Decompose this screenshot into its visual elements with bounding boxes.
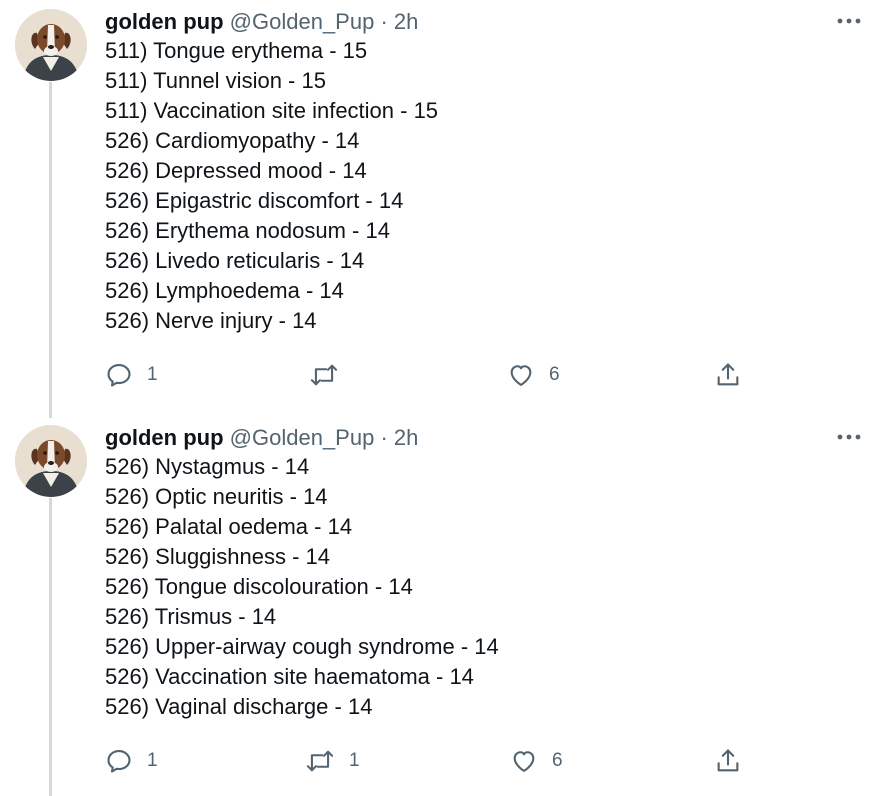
separator-dot: · — [380, 9, 388, 34]
tweet-line: 526) Cardiomyopathy - 14 — [105, 128, 360, 153]
more-horizontal-icon — [837, 434, 861, 440]
reply-count: 1 — [147, 364, 158, 385]
tweet-line: 526) Nerve injury - 14 — [105, 308, 317, 333]
tweet-line: 526) Nystagmus - 14 — [105, 454, 310, 479]
tweet-line: 526) Vaginal discharge - 14 — [105, 694, 373, 719]
share-icon — [717, 363, 739, 386]
tweet-line: 526) Vaccination site haematoma - 14 — [105, 664, 474, 689]
retweet-button[interactable] — [309, 357, 353, 393]
reply-button[interactable]: 1 — [105, 743, 158, 779]
tweet-line: 511) Vaccination site infection - 15 — [105, 98, 439, 123]
tweet-line: 526) Lymphoedema - 14 — [105, 278, 344, 303]
more-options-button[interactable] — [836, 8, 862, 34]
like-count: 6 — [552, 750, 563, 771]
reply-icon — [107, 364, 131, 387]
avatar[interactable] — [15, 9, 87, 81]
author-name[interactable]: golden pup — [105, 9, 224, 34]
tweet-line: 526) Sluggishness - 14 — [105, 544, 331, 569]
tweet-header: golden pup @Golden_Pup · 2h — [105, 424, 418, 452]
tweet-line: 526) Upper-airway cough syndrome - 14 — [105, 634, 499, 659]
heart-icon — [513, 751, 535, 772]
like-button[interactable]: 6 — [510, 743, 563, 779]
tweet-line: 526) Livedo reticularis - 14 — [105, 248, 365, 273]
tweet-line: 511) Tunnel vision - 15 — [105, 68, 326, 93]
tweet-header: golden pup @Golden_Pup · 2h — [105, 8, 418, 36]
tweet-line: 526) Trismus - 14 — [105, 604, 277, 629]
separator-dot: · — [380, 425, 388, 450]
tweet-actions: 1 1 6 — [0, 743, 888, 779]
more-options-button[interactable] — [836, 424, 862, 450]
reply-icon — [107, 750, 131, 773]
reply-button[interactable]: 1 — [105, 357, 158, 393]
like-button[interactable]: 6 — [507, 357, 560, 393]
more-horizontal-icon — [837, 18, 861, 24]
tweet[interactable]: golden pup @Golden_Pup · 2h 511) Tongue … — [0, 0, 888, 410]
timestamp[interactable]: 2h — [394, 9, 418, 34]
dog-portrait-avatar — [15, 9, 87, 81]
tweet-text: 511) Tongue erythema - 15 511) Tunnel vi… — [105, 36, 438, 336]
avatar[interactable] — [15, 425, 87, 497]
timestamp[interactable]: 2h — [394, 425, 418, 450]
like-count: 6 — [549, 364, 560, 385]
share-icon — [717, 749, 739, 772]
author-handle[interactable]: @Golden_Pup — [230, 425, 375, 450]
reply-count: 1 — [147, 750, 158, 771]
tweet-line: 526) Palatal oedema - 14 — [105, 514, 353, 539]
tweet-actions: 1 6 — [0, 357, 888, 393]
tweet-text: 526) Nystagmus - 14 526) Optic neuritis … — [105, 452, 499, 722]
dog-portrait-avatar — [15, 425, 87, 497]
retweet-count: 1 — [349, 750, 360, 771]
tweet-line: 526) Tongue discolouration - 14 — [105, 574, 413, 599]
retweet-button[interactable]: 1 — [305, 743, 360, 779]
tweet-line: 526) Epigastric discomfort - 14 — [105, 188, 404, 213]
retweet-icon — [306, 750, 334, 772]
tweet-line: 526) Depressed mood - 14 — [105, 158, 367, 183]
tweet[interactable]: golden pup @Golden_Pup · 2h 526) Nystagm… — [0, 416, 888, 796]
author-handle[interactable]: @Golden_Pup — [230, 9, 375, 34]
tweet-line: 511) Tongue erythema - 15 — [105, 38, 368, 63]
share-button[interactable] — [714, 743, 742, 779]
retweet-icon — [310, 364, 338, 386]
tweet-line: 526) Erythema nodosum - 14 — [105, 218, 390, 243]
heart-icon — [510, 365, 532, 386]
share-button[interactable] — [714, 357, 742, 393]
author-name[interactable]: golden pup — [105, 425, 224, 450]
tweet-line: 526) Optic neuritis - 14 — [105, 484, 328, 509]
